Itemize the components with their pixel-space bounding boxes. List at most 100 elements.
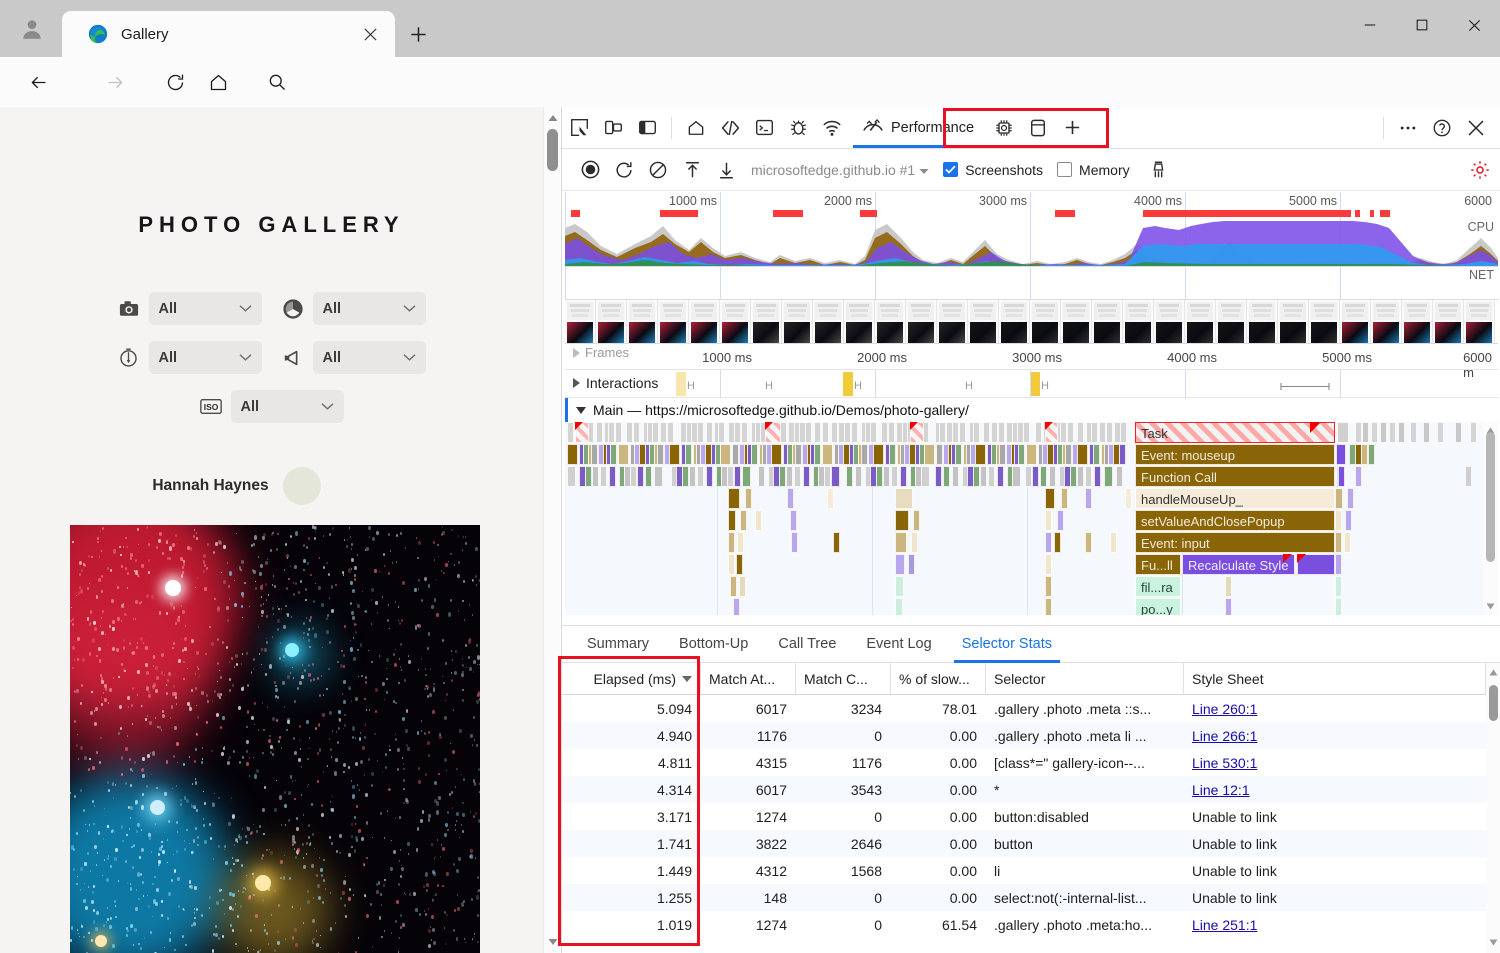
flame-bar[interactable] (1362, 422, 1369, 443)
flame-bar[interactable] (706, 422, 713, 443)
filmstrip-frame[interactable] (1309, 300, 1340, 344)
flame-bar[interactable] (846, 466, 853, 487)
table-scrollbar-thumb[interactable] (1489, 685, 1498, 721)
flame-bar-setvalueandclosepopup[interactable]: setValueAndClosePopup (1135, 510, 1335, 531)
flame-bar[interactable] (1355, 422, 1362, 443)
interactions-track[interactable]: Interactions H H H H H (565, 370, 1498, 398)
flame-bar[interactable] (720, 444, 731, 465)
flame-bar[interactable] (855, 466, 862, 487)
flame-scrollbar-thumb[interactable] (1486, 432, 1495, 562)
flame-bar-task[interactable]: Task (1135, 422, 1335, 443)
filmstrip-frame[interactable] (658, 300, 689, 344)
tab-bottom-up[interactable]: Bottom-Up (664, 626, 763, 663)
scroll-down-icon[interactable] (544, 933, 561, 950)
flame-bar[interactable] (737, 532, 744, 553)
flame-bar[interactable] (618, 444, 629, 465)
flame-bar[interactable] (891, 466, 898, 487)
flame-bar[interactable] (1012, 466, 1021, 487)
scroll-up-icon[interactable] (1486, 665, 1500, 680)
filmstrip-frame[interactable] (1340, 300, 1371, 344)
flame-bar[interactable] (959, 422, 966, 443)
flame-bar[interactable] (973, 422, 980, 443)
flame-bar[interactable] (1045, 598, 1052, 615)
help-icon[interactable] (1425, 113, 1459, 143)
stylesheet-link[interactable]: Line 530:1 (1192, 755, 1257, 771)
flame-bar[interactable] (924, 444, 935, 465)
flame-bar[interactable] (900, 466, 907, 487)
flame-bar[interactable] (718, 422, 725, 443)
table-row[interactable]: 4.314601735430.00*Line 12:1 (562, 776, 1500, 803)
flame-bar[interactable] (1225, 576, 1232, 597)
filmstrip-frame[interactable] (844, 300, 875, 344)
flame-bar[interactable] (734, 422, 741, 443)
column-header-elapsed[interactable]: Elapsed (ms) (562, 663, 701, 694)
main-thread-row[interactable]: Main — https://microsoftedge.github.io/D… (565, 398, 1498, 422)
memory-checkbox[interactable]: Memory (1057, 162, 1130, 178)
flame-bar[interactable] (697, 466, 704, 487)
filmstrip-frame[interactable] (906, 300, 937, 344)
cell-style-sheet[interactable]: Line 530:1 (1184, 749, 1486, 776)
close-devtools-icon[interactable] (1459, 113, 1493, 143)
close-icon[interactable] (357, 21, 383, 47)
flame-bar[interactable] (742, 466, 751, 487)
flame-bar[interactable] (883, 466, 890, 487)
flame-bar[interactable] (592, 466, 599, 487)
flame-bar[interactable] (1119, 444, 1126, 465)
table-row[interactable]: 5.0946017323478.01.gallery .photo .meta … (562, 695, 1500, 722)
flame-bar[interactable] (939, 422, 946, 443)
flame-bar[interactable] (1423, 422, 1430, 443)
flame-bar[interactable] (936, 444, 943, 465)
flame-bar[interactable] (600, 466, 607, 487)
flame-bar[interactable] (980, 466, 987, 487)
filmstrip-frame[interactable] (689, 300, 720, 344)
flame-bar[interactable] (1085, 532, 1092, 553)
frames-track[interactable]: Frames 1000 ms 2000 ms 3000 ms 4000 ms 5… (565, 344, 1498, 370)
flame-bar[interactable] (1094, 466, 1101, 487)
filmstrip-frame[interactable] (1216, 300, 1247, 344)
scroll-down-icon[interactable] (1483, 599, 1498, 614)
application-icon[interactable] (1021, 113, 1055, 143)
flame-bar[interactable] (1335, 554, 1342, 575)
flame-bar[interactable] (608, 422, 615, 443)
flame-bar[interactable] (1338, 466, 1345, 487)
flame-bar[interactable] (1389, 422, 1396, 443)
flame-bar[interactable] (787, 488, 794, 509)
flame-bar[interactable] (1345, 510, 1352, 531)
close-window-button[interactable] (1448, 0, 1500, 50)
filmstrip-frame[interactable] (1123, 300, 1154, 344)
debugger-icon[interactable] (781, 113, 815, 143)
elements-icon[interactable] (713, 113, 747, 143)
flame-bar[interactable] (814, 422, 821, 443)
flame-bar[interactable] (1065, 444, 1072, 465)
flame-bar[interactable] (822, 422, 829, 443)
table-row[interactable]: 1.25514800.00select:not(:-internal-list.… (562, 884, 1500, 911)
flame-bar[interactable] (697, 422, 704, 443)
flame-bar[interactable] (734, 466, 741, 487)
new-tab-button[interactable] (399, 17, 437, 51)
flame-bar[interactable] (630, 466, 637, 487)
flame-bar[interactable] (805, 422, 812, 443)
record-button[interactable] (573, 155, 607, 185)
browser-tab-gallery[interactable]: Gallery (62, 11, 395, 57)
filmstrip-frame[interactable] (565, 300, 596, 344)
flame-bar[interactable] (728, 488, 740, 509)
filmstrip-frame[interactable] (1030, 300, 1061, 344)
cell-style-sheet[interactable]: Line 260:1 (1184, 695, 1486, 722)
filmstrip-frame[interactable] (937, 300, 968, 344)
flame-bar-event-input[interactable]: Event: input (1135, 532, 1335, 553)
flame-bar[interactable] (913, 510, 920, 531)
filmstrip-frame[interactable] (627, 300, 658, 344)
flame-bar[interactable] (745, 488, 752, 509)
flame-bar[interactable] (851, 422, 858, 443)
table-row[interactable]: 1.0191274061.54.gallery .photo .meta:ho.… (562, 911, 1500, 938)
flame-bar[interactable] (1091, 422, 1098, 443)
flame-bar[interactable] (596, 422, 603, 443)
filmstrip-frame[interactable] (1185, 300, 1216, 344)
flame-bar[interactable] (895, 510, 909, 531)
back-button[interactable] (20, 65, 56, 99)
flame-bar[interactable] (1104, 466, 1113, 487)
flame-bar[interactable] (998, 422, 1005, 443)
flame-bar[interactable] (615, 422, 622, 443)
flame-bar[interactable] (1045, 532, 1052, 553)
flame-bar[interactable] (1093, 444, 1100, 465)
